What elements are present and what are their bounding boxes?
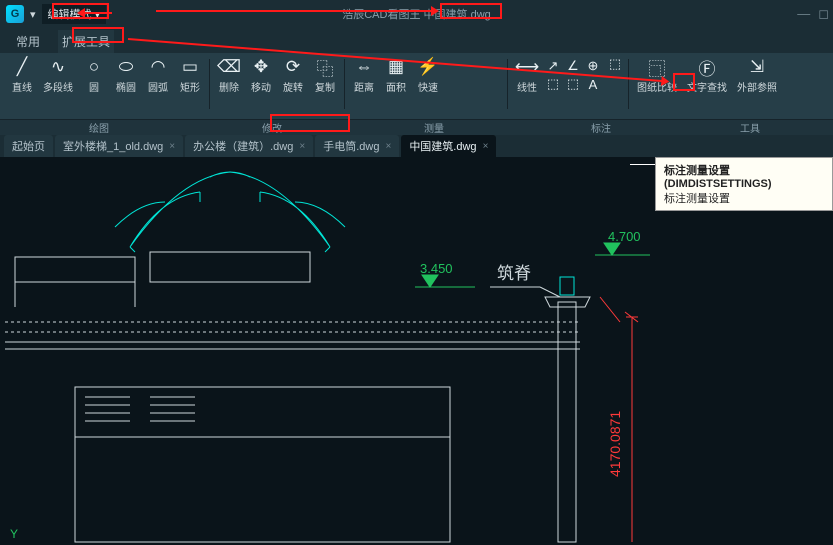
app-icon: G: [6, 5, 24, 23]
copy-icon: ⿻: [314, 56, 336, 78]
drawing-canvas[interactable]: 3.450 4.700 筑脊 4170.0871 标注测量设置 (DIMDIST…: [0, 157, 833, 545]
close-icon: ×: [483, 141, 489, 152]
rect-icon: ▭: [179, 56, 201, 78]
rotate-icon: ⟳: [282, 56, 304, 78]
ribbon-tabs: 常用 扩展工具: [0, 28, 833, 53]
maximize-icon: ◻: [818, 6, 829, 21]
tool-line[interactable]: ╱直线: [6, 55, 38, 95]
tool-arc[interactable]: ◠圆弧: [142, 55, 174, 95]
dim-tool-5[interactable]: ⬚: [563, 75, 583, 93]
tool-distance[interactable]: ⇔距离: [348, 55, 380, 95]
group-measure: 测量: [346, 120, 522, 135]
tab-file-3[interactable]: 手电筒.dwg×: [315, 135, 399, 157]
tooltip-desc: 标注测量设置: [664, 193, 730, 205]
minimize-icon: —: [797, 6, 810, 21]
highlight-2: [440, 3, 502, 19]
tool-xref[interactable]: ⇲外部参照: [732, 55, 782, 95]
close-icon: ×: [169, 141, 175, 152]
tool-erase[interactable]: ⌫删除: [213, 55, 245, 95]
line-icon: ╱: [11, 56, 33, 78]
polyline-icon: ∿: [47, 56, 69, 78]
tool-linear-dim[interactable]: ⟷线性: [511, 55, 543, 95]
tooltip: 标注测量设置 (DIMDISTSETTINGS) 标注测量设置: [655, 157, 833, 211]
group-tools: 工具: [680, 120, 820, 135]
tool-rect[interactable]: ▭矩形: [174, 55, 206, 95]
highlight-5: [270, 114, 350, 132]
tab-home[interactable]: 起始页: [4, 135, 53, 157]
tooltip-title: 标注测量设置 (DIMDISTSETTINGS): [664, 162, 824, 190]
quick-icon: ⚡: [417, 56, 439, 78]
ribbon: ╱直线 ∿多段线 ○圆 ⬭椭圆 ◠圆弧 ▭矩形 ⌫删除 ✥移动 ⟳旋转 ⿻复制 …: [0, 53, 833, 120]
group-dim: 标注: [522, 120, 680, 135]
tab-file-2[interactable]: 办公楼（建筑）.dwg×: [185, 135, 313, 157]
tab-file-4[interactable]: 中国建筑.dwg×: [401, 135, 496, 157]
tool-move[interactable]: ✥移动: [245, 55, 277, 95]
linear-dim-icon: ⟷: [516, 56, 538, 78]
dim-tool-3[interactable]: ⊕: [583, 57, 603, 75]
circle-icon: ○: [83, 56, 105, 78]
window-controls[interactable]: —◻: [789, 6, 829, 22]
tool-ellipse[interactable]: ⬭椭圆: [110, 55, 142, 95]
close-icon: ×: [299, 141, 305, 152]
ellipse-icon: ⬭: [115, 56, 137, 78]
find-icon: Ⓕ: [696, 56, 718, 78]
distance-icon: ⇔: [353, 56, 375, 78]
tool-rotate[interactable]: ⟳旋转: [277, 55, 309, 95]
move-icon: ✥: [250, 56, 272, 78]
tool-polyline[interactable]: ∿多段线: [38, 55, 78, 95]
dim-tool-6[interactable]: A: [583, 75, 603, 93]
close-icon: ×: [385, 141, 391, 152]
annotation-text: 筑脊: [497, 264, 531, 283]
highlight-3: [72, 27, 124, 43]
elevation-label-1: 3.450: [420, 261, 453, 276]
dim-tool-4[interactable]: ⬚: [543, 75, 563, 93]
dimension-vertical: 4170.0871: [607, 411, 623, 477]
elevation-label-2: 4.700: [608, 229, 641, 244]
title-bar: G ▾ 编辑模式 ▾ 浩辰CAD看图王 中国建筑.dwg —◻: [0, 0, 833, 28]
arrow-1: [156, 10, 436, 12]
tool-copy[interactable]: ⿻复制: [309, 55, 341, 95]
file-tabs: 起始页 室外楼梯_1_old.dwg× 办公楼（建筑）.dwg× 手电筒.dwg…: [0, 135, 833, 157]
dim-settings-button[interactable]: ⬚: [605, 55, 625, 73]
tab-file-1[interactable]: 室外楼梯_1_old.dwg×: [55, 135, 183, 157]
tab-common[interactable]: 常用: [12, 30, 44, 53]
compare-icon: ⿹: [646, 56, 668, 78]
erase-icon: ⌫: [218, 56, 240, 78]
dropdown-icon[interactable]: ▾: [30, 8, 36, 21]
highlight-4: [673, 73, 695, 91]
group-draw: 绘图: [0, 120, 198, 135]
arc-icon: ◠: [147, 56, 169, 78]
xref-icon: ⇲: [746, 56, 768, 78]
tool-circle[interactable]: ○圆: [78, 55, 110, 95]
axis-y-label: Y: [10, 527, 18, 541]
highlight-1: [52, 3, 109, 19]
